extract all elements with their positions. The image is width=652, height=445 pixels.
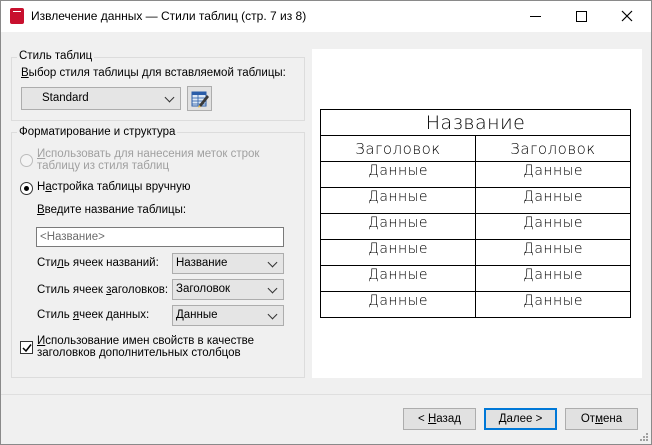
title-cell-style-dropdown[interactable]: Название [172,253,284,274]
back-button[interactable]: < Назад [403,408,476,430]
preview-row: Данные Данные [320,239,631,266]
format-structure-group-title: Форматирование и структура [17,126,178,138]
preview-data-cell: Данные [320,291,476,318]
use-table-style-label: Использовать для нанесения меток строк т… [37,148,260,172]
table-name-field[interactable] [36,227,284,247]
data-cell-style-label: Стиль ячеек данных: [37,309,150,321]
chevron-down-icon [267,283,278,294]
dialog-window: Извлечение данных — Стили таблиц (стр. 7… [0,0,652,445]
table-name-input[interactable] [37,228,283,246]
preview-row: Данные Данные [320,265,631,292]
property-names-label: Использование имен свойств в качестве за… [37,335,255,359]
preview-data-cell: Данные [475,213,631,240]
data-cell-style-dropdown[interactable]: Данные [172,305,284,326]
title-cell-style-label: Стиль ячеек названий: [37,257,159,269]
table-name-label: Введите название таблицы: [37,204,187,216]
use-table-style-radio[interactable] [20,154,33,167]
title-cell-style-value: Название [176,257,228,269]
preview-row: Данные Данные [320,161,631,188]
preview-data-cell: Данные [320,239,476,266]
property-names-checkbox[interactable] [20,341,33,354]
table-style-select-label: Выбор стиля таблицы для вставляемой табл… [21,67,286,79]
maximize-icon [575,10,587,22]
table-preview: Название Заголовок Заголовок Данные Данн… [312,49,642,378]
edit-table-style-button[interactable] [187,86,212,111]
header-cell-style-value: Заголовок [176,283,231,295]
next-button[interactable]: Далее > [484,408,557,430]
footer-separator [1,394,651,395]
chevron-down-icon [267,257,278,268]
window-title: Извлечение данных — Стили таблиц (стр. 7… [31,9,307,23]
cancel-button[interactable]: Отмена [565,408,638,430]
preview-data-cell: Данные [475,187,631,214]
header-cell-style-label: Стиль ячеек заголовков: [37,284,169,296]
table-style-value: Standard [42,92,89,104]
manual-table-label: Настройка таблицы вручную [37,181,191,193]
preview-table: Название Заголовок Заголовок Данные Данн… [320,109,631,318]
minimize-icon [529,15,541,17]
header-cell-style-dropdown[interactable]: Заголовок [172,279,284,300]
data-cell-style-value: Данные [176,309,218,321]
preview-header-cell: Заголовок [320,135,476,162]
checkmark-icon [22,344,32,353]
chevron-down-icon [164,92,175,103]
preview-data-cell: Данные [320,213,476,240]
preview-data-cell: Данные [320,265,476,292]
close-button[interactable] [604,1,650,32]
table-style-group-title: Стиль таблиц [17,50,95,62]
preview-row: Данные Данные [320,187,631,214]
minimize-button[interactable] [512,1,558,32]
title-bar: Извлечение данных — Стили таблиц (стр. 7… [1,1,651,32]
preview-header-cell: Заголовок [475,135,631,162]
resize-grip-icon[interactable] [639,432,649,442]
preview-title-cell: Название [320,109,631,136]
preview-row: Данные Данные [320,291,631,318]
autocad-icon [10,8,24,24]
close-icon [621,10,633,22]
preview-data-cell: Данные [475,161,631,188]
preview-data-cell: Данные [475,239,631,266]
preview-data-cell: Данные [475,291,631,318]
chevron-down-icon [267,309,278,320]
preview-data-cell: Данные [320,187,476,214]
table-style-edit-icon [191,91,209,108]
table-style-dropdown[interactable]: Standard [21,87,181,110]
preview-row: Данные Данные [320,213,631,240]
preview-data-cell: Данные [475,265,631,292]
preview-data-cell: Данные [320,161,476,188]
manual-table-radio[interactable] [20,182,33,195]
maximize-button[interactable] [558,1,604,32]
